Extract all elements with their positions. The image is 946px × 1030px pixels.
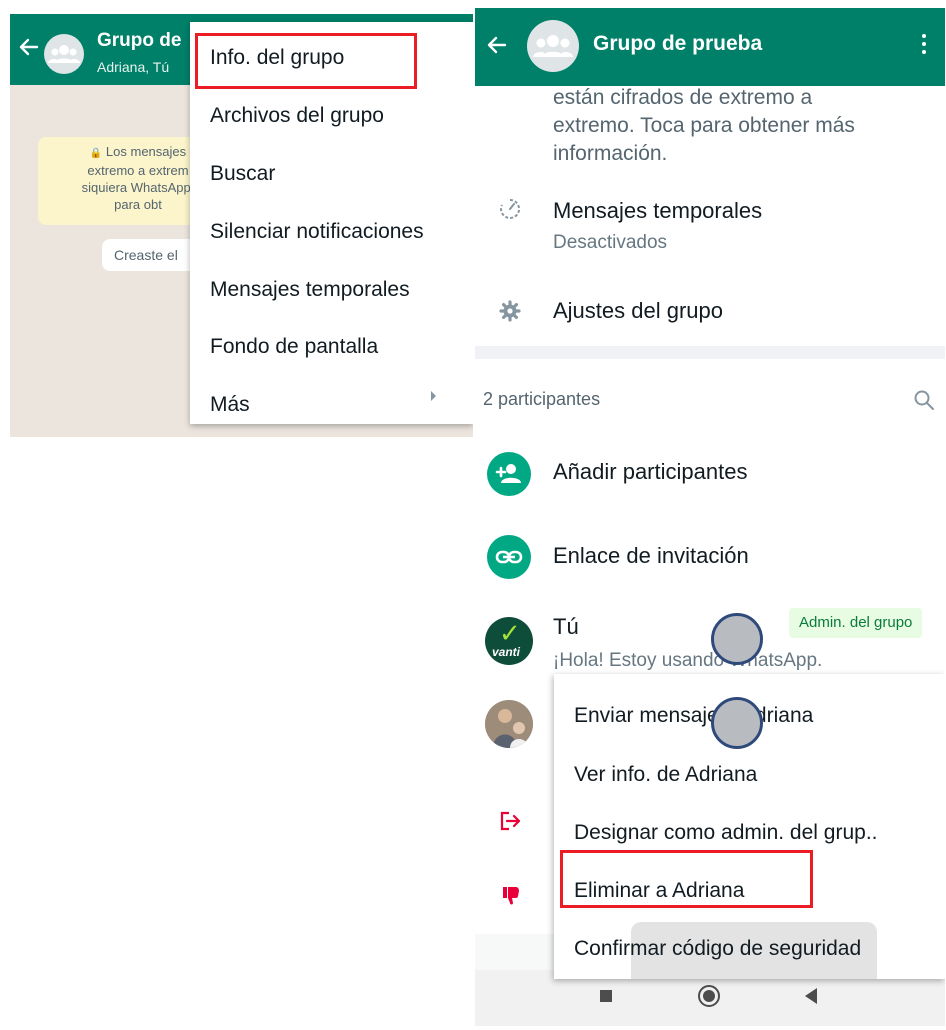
more-options-icon[interactable] bbox=[920, 32, 928, 60]
highlight-box bbox=[560, 850, 813, 908]
menu-item-verify-security-code[interactable]: Confirmar código de seguridad bbox=[574, 937, 861, 961]
link-icon bbox=[495, 550, 523, 564]
group-avatar[interactable] bbox=[527, 20, 579, 72]
menu-item-group-files[interactable]: Archivos del grupo bbox=[210, 104, 384, 128]
menu-item-mute[interactable]: Silenciar notificaciones bbox=[210, 220, 424, 244]
member-avatar[interactable]: ✓ vanti bbox=[485, 617, 533, 665]
recent-apps-icon[interactable] bbox=[600, 990, 612, 1002]
menu-item-send-message[interactable]: Enviar mensaje a Adriana bbox=[574, 704, 813, 728]
disappearing-messages-title[interactable]: Mensajes temporales bbox=[553, 198, 762, 224]
disappearing-messages-status: Desactivados bbox=[553, 232, 668, 253]
nav-back-icon[interactable] bbox=[805, 988, 817, 1004]
encryption-notice[interactable]: están cifrados de extremo a extremo. Toc… bbox=[553, 84, 933, 168]
menu-item-more[interactable]: Más bbox=[210, 393, 250, 417]
gear-icon bbox=[499, 300, 521, 322]
right-screenshot: Grupo de prueba están cifrados de extrem… bbox=[475, 8, 945, 1026]
invite-link-button[interactable] bbox=[487, 535, 531, 579]
invite-link-label[interactable]: Enlace de invitación bbox=[553, 543, 749, 569]
member-status: ¡Hola! Estoy usando WhatsApp. bbox=[553, 650, 823, 671]
photo-avatar-icon bbox=[485, 700, 533, 748]
group-info-header: Grupo de prueba bbox=[475, 8, 945, 86]
search-icon[interactable] bbox=[913, 389, 935, 411]
report-group-icon[interactable] bbox=[499, 884, 521, 906]
add-person-icon bbox=[495, 464, 521, 483]
menu-item-make-admin[interactable]: Designar como admin. del grup.. bbox=[574, 821, 878, 845]
group-settings-title[interactable]: Ajustes del grupo bbox=[553, 298, 723, 324]
participants-count: 2 participantes bbox=[483, 389, 601, 409]
section-divider bbox=[475, 346, 945, 359]
back-arrow-icon[interactable] bbox=[485, 30, 509, 60]
add-participants-button[interactable] bbox=[487, 452, 531, 496]
timer-icon bbox=[500, 198, 521, 219]
home-icon[interactable] bbox=[698, 985, 720, 1007]
avatar-logo-text: vanti bbox=[492, 645, 521, 659]
member-name[interactable]: Tú bbox=[553, 614, 579, 640]
left-screenshot: Grupo de Adriana, Tú 🔒 Los mensajes extr… bbox=[10, 14, 473, 437]
menu-item-search[interactable]: Buscar bbox=[210, 162, 275, 186]
menu-item-wallpaper[interactable]: Fondo de pantalla bbox=[210, 335, 378, 359]
back-arrow-icon[interactable] bbox=[17, 32, 41, 62]
admin-badge: Admin. del grupo bbox=[789, 608, 923, 638]
menu-item-disappearing[interactable]: Mensajes temporales bbox=[210, 278, 410, 302]
group-title[interactable]: Grupo de prueba bbox=[593, 32, 762, 56]
tap-indicator bbox=[711, 697, 763, 749]
lock-icon: 🔒 bbox=[89, 148, 103, 159]
highlight-box bbox=[195, 33, 417, 89]
chat-subtitle[interactable]: Adriana, Tú bbox=[97, 59, 169, 75]
tap-indicator bbox=[711, 613, 763, 665]
menu-item-view-info[interactable]: Ver info. de Adriana bbox=[574, 763, 757, 787]
add-participants-label[interactable]: Añadir participantes bbox=[553, 459, 747, 485]
submenu-arrow-icon bbox=[431, 391, 436, 401]
member-avatar-adriana[interactable] bbox=[485, 700, 533, 748]
group-avatar[interactable] bbox=[44, 34, 84, 74]
chat-title[interactable]: Grupo de bbox=[97, 30, 181, 52]
group-icon bbox=[533, 35, 573, 57]
exit-group-icon[interactable] bbox=[499, 811, 521, 831]
group-icon bbox=[48, 45, 80, 63]
